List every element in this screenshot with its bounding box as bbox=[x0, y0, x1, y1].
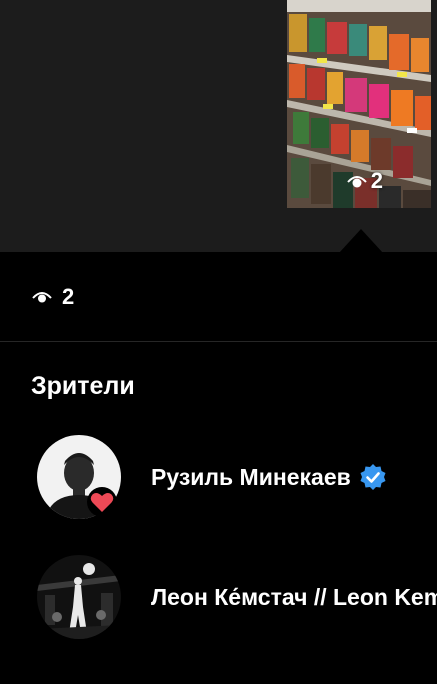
viewer-name-text: Рузиль Минекаев bbox=[151, 463, 351, 490]
viewer-name-text: Леон Ке́мстач // Leon Kemstach bbox=[151, 583, 437, 610]
story-viewers-screen: 2 2 Зрители Рузиль Минекаев Леон Ке́мста… bbox=[0, 0, 437, 684]
viewer-row[interactable]: Рузиль Минекаев bbox=[37, 435, 437, 519]
eye-icon bbox=[32, 292, 52, 303]
viewers-section-title: Зрители bbox=[31, 372, 135, 400]
thumbnail-view-count: 2 bbox=[347, 168, 383, 194]
heart-icon bbox=[90, 493, 114, 512]
story-preview-area: 2 bbox=[0, 0, 437, 253]
divider bbox=[0, 341, 437, 342]
verified-badge-icon bbox=[360, 464, 386, 490]
avatar-image bbox=[37, 555, 121, 639]
story-thumbnail[interactable]: 2 bbox=[287, 0, 431, 208]
view-count-summary: 2 bbox=[32, 284, 74, 310]
avatar[interactable] bbox=[37, 555, 121, 639]
sheet-pointer-arrow bbox=[339, 229, 383, 253]
view-count-text: 2 bbox=[62, 284, 75, 309]
eye-icon bbox=[347, 176, 367, 188]
viewer-row[interactable]: Леон Ке́мстач // Leon Kemstach bbox=[37, 555, 437, 639]
viewer-name: Рузиль Минекаев bbox=[151, 463, 387, 491]
viewers-sheet: 2 Зрители Рузиль Минекаев Леон Ке́мстач … bbox=[0, 252, 437, 684]
viewer-name: Леон Ке́мстач // Leon Kemstach bbox=[151, 584, 437, 611]
thumbnail-view-count-text: 2 bbox=[370, 168, 383, 193]
avatar[interactable] bbox=[37, 435, 121, 519]
liked-badge bbox=[87, 487, 117, 517]
